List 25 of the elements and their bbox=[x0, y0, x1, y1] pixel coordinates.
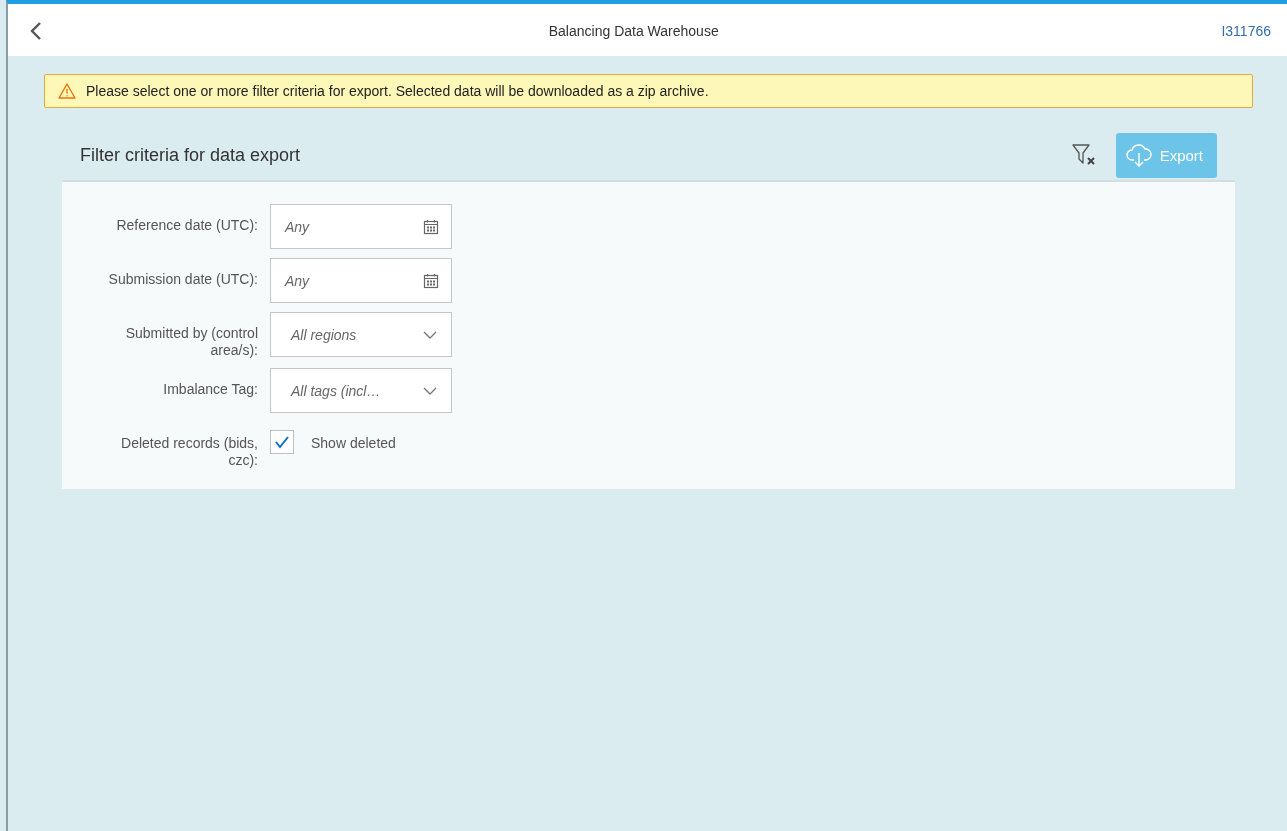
warning-icon bbox=[58, 83, 76, 99]
field-label: Submitted by (control area/s): bbox=[124, 324, 258, 359]
calendar-icon[interactable] bbox=[423, 272, 439, 289]
user-id-link[interactable]: I311766 bbox=[1221, 23, 1271, 39]
chevron-down-icon[interactable] bbox=[423, 330, 437, 339]
back-icon bbox=[30, 21, 42, 41]
calendar-icon[interactable] bbox=[423, 218, 439, 235]
date-input-field[interactable]: Any bbox=[270, 204, 452, 249]
field-label: Imbalance Tag: bbox=[162, 380, 258, 398]
panel-title: Filter criteria for data export bbox=[80, 144, 302, 166]
clear-filter-icon bbox=[1071, 143, 1098, 167]
date-input-field[interactable]: Any bbox=[270, 258, 452, 303]
checkbox[interactable] bbox=[270, 430, 294, 454]
checkbox-label: Show deleted bbox=[310, 434, 396, 453]
cloud-download-icon bbox=[1125, 142, 1152, 168]
select-field[interactable]: All tags (incl… bbox=[270, 368, 452, 413]
chevron-down-icon[interactable] bbox=[423, 386, 437, 395]
select-field[interactable]: All regions bbox=[270, 312, 452, 357]
clear-filter-button[interactable] bbox=[1071, 143, 1098, 167]
checkmark-icon bbox=[274, 435, 290, 449]
message-text: Please select one or more filter criteria for export. Selected data will be downloaded as a zip archive. bbox=[86, 83, 709, 99]
field-label: Deleted records (bids, czc): bbox=[120, 434, 258, 469]
field-label: Submission date (UTC): bbox=[107, 270, 258, 288]
window-title: Balancing Data Warehouse bbox=[547, 23, 720, 39]
field-label: Reference date (UTC): bbox=[115, 216, 258, 234]
